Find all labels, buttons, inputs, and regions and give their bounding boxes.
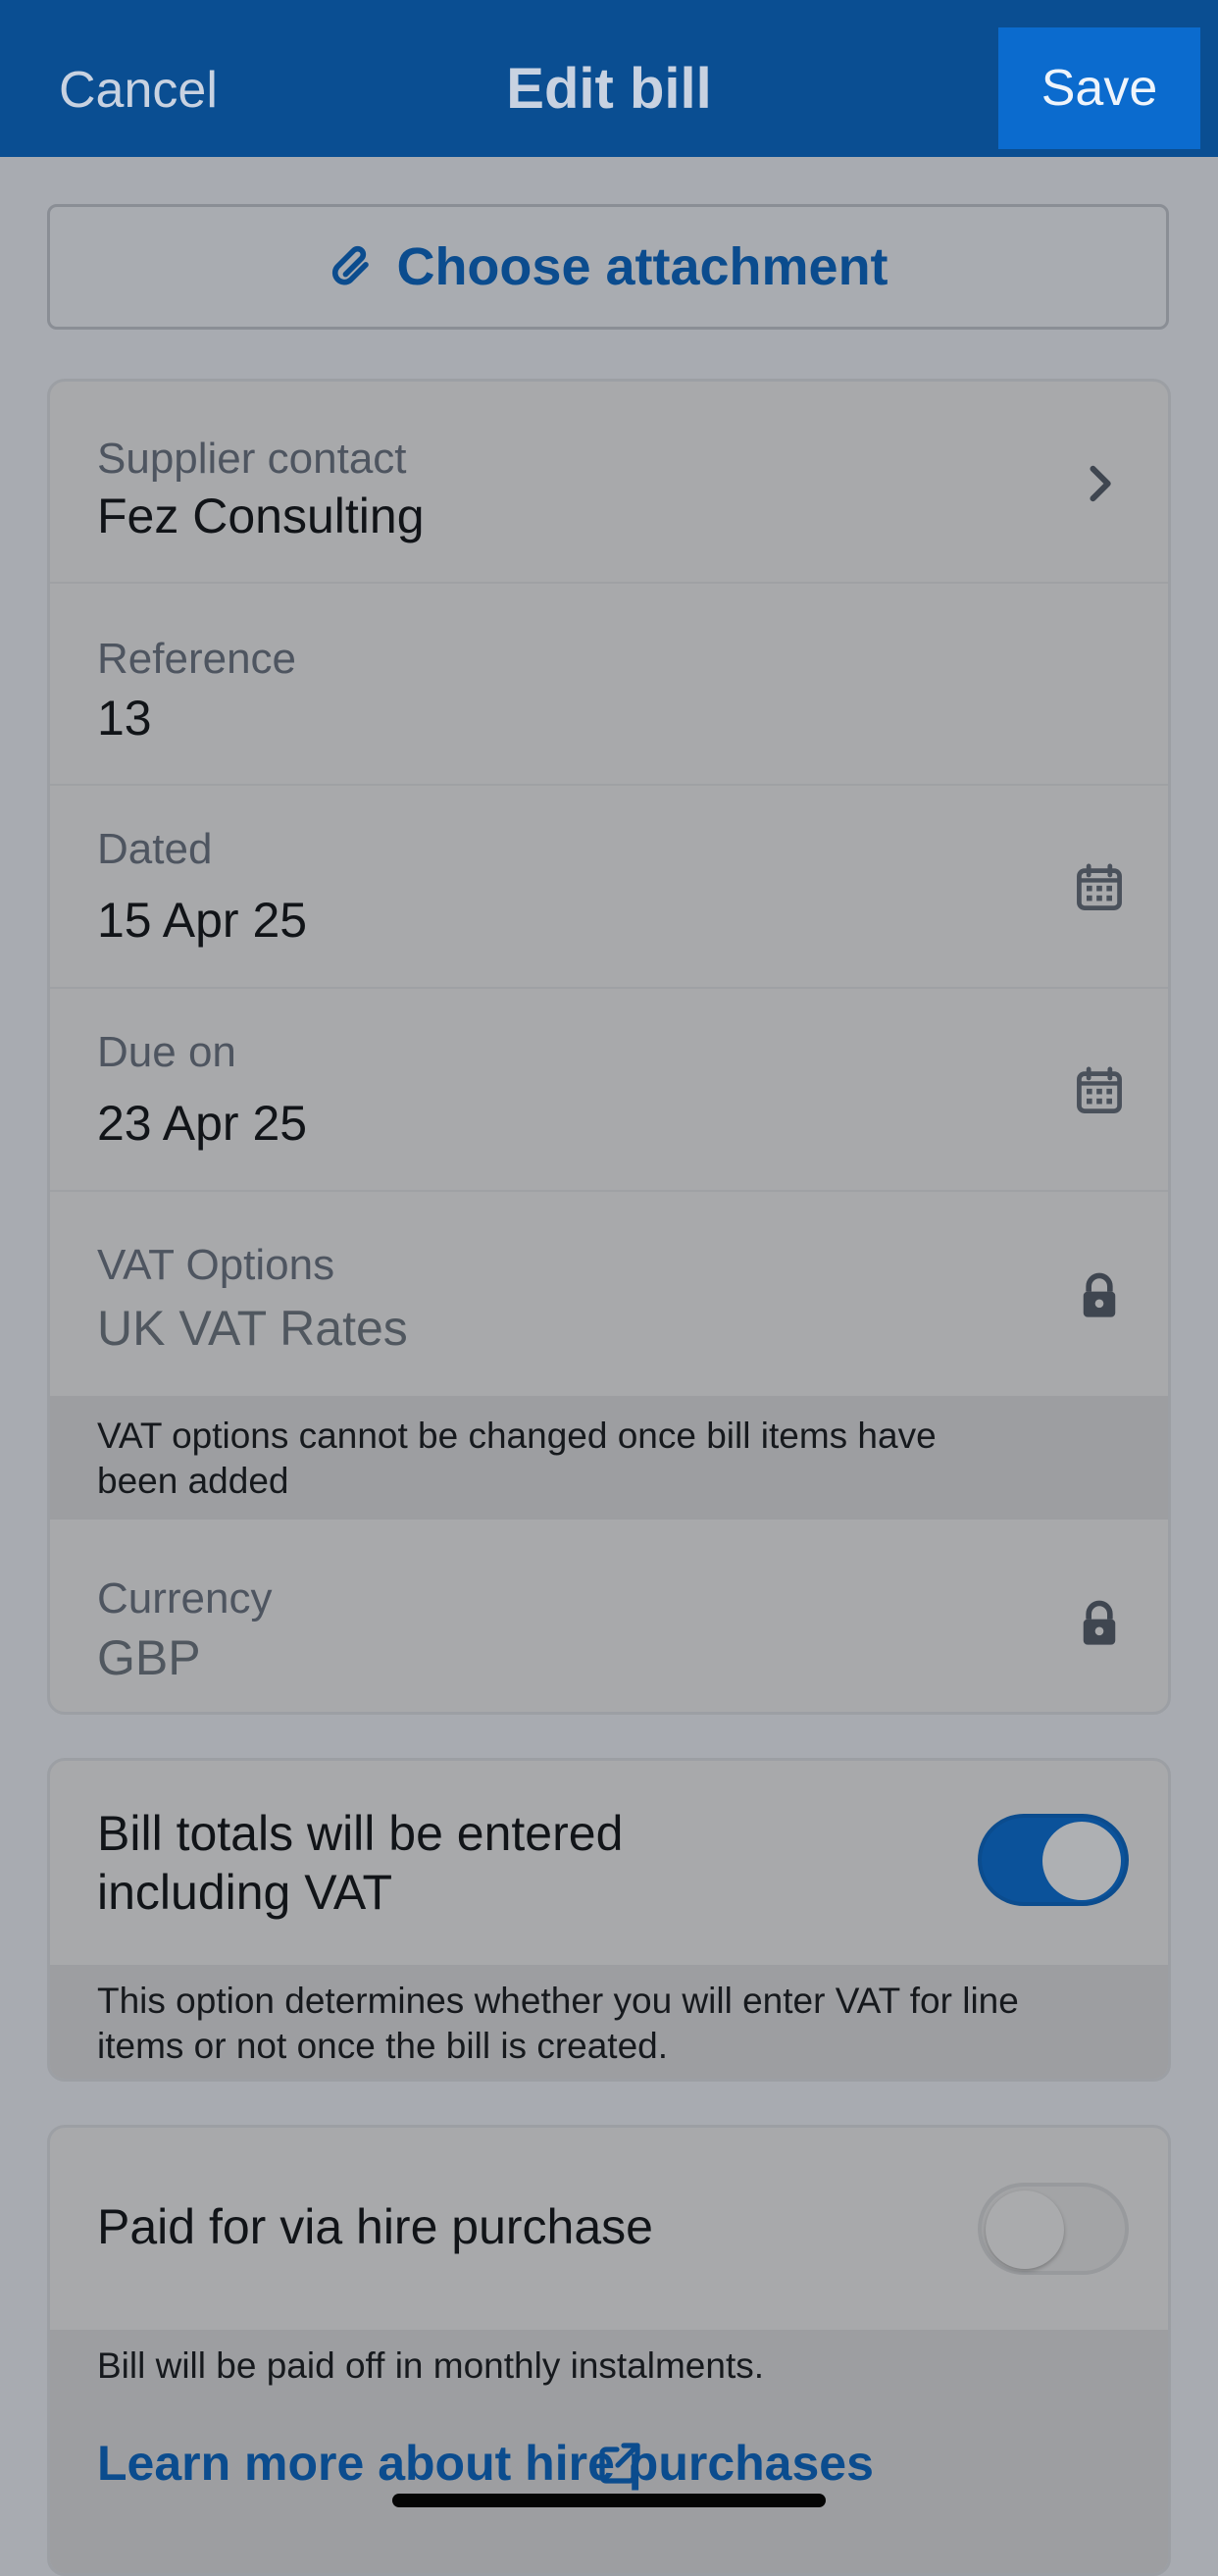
learn-more-label: Learn more about hire purchases — [97, 2436, 874, 2491]
due-on-row[interactable]: Due on 23 Apr 25 — [50, 989, 1168, 1192]
currency-row: Currency GBP — [50, 1520, 1168, 1712]
currency-value: GBP — [97, 1630, 201, 1685]
calendar-icon[interactable] — [1074, 862, 1125, 913]
currency-label: Currency — [97, 1574, 273, 1623]
hire-purchase-note: Bill will be paid off in monthly instalm… — [50, 2330, 1168, 2573]
hire-purchase-note-text: Bill will be paid off in monthly instalm… — [97, 2345, 765, 2386]
dated-label: Dated — [97, 825, 213, 873]
lock-icon — [1083, 1600, 1116, 1645]
vat-options-note-text: VAT options cannot be changed once bill … — [97, 1416, 937, 1501]
dated-row[interactable]: Dated 15 Apr 25 — [50, 786, 1168, 989]
supplier-contact-label: Supplier contact — [97, 435, 407, 483]
chevron-right-icon — [1090, 465, 1111, 502]
paperclip-icon — [332, 245, 370, 285]
due-on-value: 23 Apr 25 — [97, 1096, 308, 1151]
vat-options-note: VAT options cannot be changed once bill … — [50, 1396, 1168, 1520]
vat-options-row: VAT Options UK VAT Rates — [50, 1192, 1168, 1396]
reference-label: Reference — [97, 635, 297, 683]
bill-details-card: Supplier contact Fez Consulting Referenc… — [47, 379, 1171, 1715]
supplier-contact-value: Fez Consulting — [97, 489, 425, 543]
vat-inclusive-note-text: This option determines whether you will … — [97, 1981, 1019, 2066]
choose-attachment-button[interactable]: Choose attachment — [47, 204, 1169, 330]
vat-options-value: UK VAT Rates — [97, 1301, 408, 1356]
vat-inclusive-card: Bill totals will be entered including VA… — [47, 1758, 1171, 2082]
vat-inclusive-toggle[interactable] — [978, 1814, 1129, 1906]
supplier-contact-row[interactable]: Supplier contact Fez Consulting — [50, 382, 1168, 584]
reference-row[interactable]: Reference 13 — [50, 584, 1168, 786]
hire-purchase-card: Paid for via hire purchase Bill will be … — [47, 2125, 1171, 2576]
due-on-label: Due on — [97, 1028, 236, 1076]
choose-attachment-label: Choose attachment — [396, 237, 888, 296]
reference-field[interactable]: 13 — [97, 690, 152, 747]
hire-purchase-row: Paid for via hire purchase — [50, 2128, 1168, 2330]
toggle-knob — [986, 2190, 1064, 2269]
vat-inclusive-row: Bill totals will be entered including VA… — [50, 1761, 1168, 1965]
lock-icon — [1083, 1272, 1116, 1317]
vat-inclusive-note: This option determines whether you will … — [50, 1965, 1168, 2079]
vat-inclusive-label: Bill totals will be entered including VA… — [97, 1806, 624, 1920]
vat-options-label: VAT Options — [97, 1241, 335, 1289]
top-bar: Cancel Edit bill Save — [0, 0, 1218, 157]
save-button[interactable]: Save — [998, 27, 1200, 149]
toggle-knob — [1042, 1822, 1121, 1900]
hire-purchase-label: Paid for via hire purchase — [97, 2199, 653, 2254]
hire-purchase-toggle[interactable] — [978, 2183, 1129, 2275]
hire-purchase-learn-more-link[interactable]: Learn more about hire purchases — [50, 2436, 1168, 2491]
calendar-icon[interactable] — [1074, 1065, 1125, 1116]
home-indicator — [392, 2494, 826, 2507]
dated-value: 15 Apr 25 — [97, 893, 308, 948]
